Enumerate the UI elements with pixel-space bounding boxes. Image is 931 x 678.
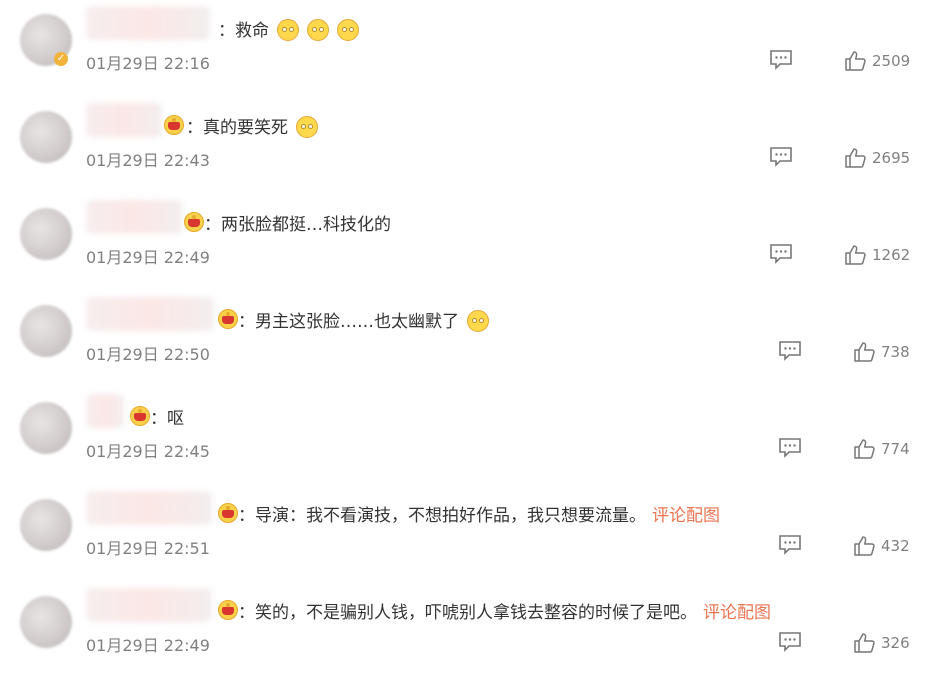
avatar[interactable] — [20, 305, 72, 357]
like-button[interactable]: 2695 — [844, 147, 910, 169]
comment-item: ：真的要笑死 01月29日 22:43 2695 — [0, 97, 931, 193]
comment-icon[interactable] — [779, 535, 801, 555]
emoji-icon — [296, 116, 318, 138]
comment-item: ：导演：我不看演技，不想拍好作品，我只想要流量。 评论配图 01月29日 22:5… — [0, 485, 931, 581]
comment-text: ：呕 — [150, 404, 184, 429]
crown-badge-icon — [164, 115, 184, 135]
username-blurred[interactable] — [86, 588, 212, 622]
like-button[interactable]: 774 — [853, 438, 910, 460]
comment-timestamp: 01月29日 22:45 — [86, 442, 210, 461]
comment-item: ：呕 01月29日 22:45 774 — [0, 388, 931, 484]
comment-icon[interactable] — [779, 341, 801, 361]
comment-text: ：导演：我不看演技，不想拍好作品，我只想要流量。 评论配图 — [238, 501, 720, 526]
emoji-icon — [467, 310, 489, 332]
emoji-icon — [277, 19, 299, 41]
emoji-icon — [307, 19, 329, 41]
like-count: 2509 — [872, 52, 911, 70]
comment-text: ：真的要笑死 — [186, 113, 318, 138]
comment-item: ✓ ：救命 01月29日 22:16 2509 — [0, 0, 931, 96]
comment-icon[interactable] — [770, 147, 792, 167]
thumbs-up-icon — [854, 439, 875, 459]
comment-timestamp: 01月29日 22:43 — [86, 151, 210, 170]
thumbs-up-icon — [854, 536, 875, 556]
like-button[interactable]: 1262 — [844, 244, 910, 266]
crown-badge-icon — [130, 406, 150, 426]
comment-icon[interactable] — [779, 438, 801, 458]
username-blurred[interactable] — [86, 103, 162, 137]
thumbs-up-icon — [845, 51, 866, 71]
like-count: 326 — [881, 634, 910, 652]
comment-timestamp: 01月29日 22:51 — [86, 539, 210, 558]
thumbs-up-icon — [845, 245, 866, 265]
username-blurred[interactable] — [86, 200, 182, 234]
like-button[interactable]: 326 — [853, 632, 910, 654]
username-blurred[interactable] — [86, 6, 210, 40]
comment-timestamp: 01月29日 22:49 — [86, 636, 210, 655]
comment-icon[interactable] — [770, 50, 792, 70]
comment-body: ：笑的，不是骗别人钱，吓唬别人拿钱去整容的时候了是吧。 — [238, 603, 697, 623]
like-count: 2695 — [872, 149, 911, 167]
thumbs-up-icon — [854, 342, 875, 362]
comment-image-link[interactable]: 评论配图 — [652, 506, 720, 526]
username-blurred[interactable] — [86, 394, 124, 428]
like-button[interactable]: 432 — [853, 535, 910, 557]
like-count: 738 — [881, 343, 910, 361]
comment-body: ：救命 — [218, 21, 269, 41]
thumbs-up-icon — [845, 148, 866, 168]
like-count: 1262 — [872, 246, 911, 264]
comment-timestamp: 01月29日 22:49 — [86, 248, 210, 267]
crown-badge-icon — [218, 503, 238, 523]
thumbs-up-icon — [854, 633, 875, 653]
crown-badge-icon — [218, 600, 238, 620]
avatar[interactable] — [20, 402, 72, 454]
like-count: 774 — [881, 440, 910, 458]
comment-image-link[interactable]: 评论配图 — [703, 603, 771, 623]
username-blurred[interactable] — [86, 491, 212, 525]
comment-timestamp: 01月29日 22:50 — [86, 345, 210, 364]
like-button[interactable]: 2509 — [844, 50, 910, 72]
crown-badge-icon — [184, 212, 204, 232]
avatar[interactable] — [20, 208, 72, 260]
comment-icon[interactable] — [779, 632, 801, 652]
comment-body: ：导演：我不看演技，不想拍好作品，我只想要流量。 — [238, 506, 646, 526]
verified-badge-icon: ✓ — [54, 52, 68, 66]
avatar[interactable] — [20, 596, 72, 648]
emoji-icon — [337, 19, 359, 41]
comment-item: ：笑的，不是骗别人钱，吓唬别人拿钱去整容的时候了是吧。 评论配图 01月29日 2… — [0, 582, 931, 678]
comment-text: ：笑的，不是骗别人钱，吓唬别人拿钱去整容的时候了是吧。 评论配图 — [238, 598, 771, 623]
avatar[interactable] — [20, 111, 72, 163]
comment-body: ：男主这张脸……也太幽默了 — [238, 312, 459, 332]
comment-text: ：救命 — [218, 16, 359, 41]
like-count: 432 — [881, 537, 910, 555]
avatar[interactable] — [20, 499, 72, 551]
comment-body: ：呕 — [150, 409, 184, 429]
like-button[interactable]: 738 — [853, 341, 910, 363]
comment-body: ：真的要笑死 — [186, 118, 288, 138]
comment-body: ：两张脸都挺…科技化的 — [204, 215, 391, 235]
comment-text: ：男主这张脸……也太幽默了 — [238, 307, 489, 332]
username-blurred[interactable] — [86, 297, 214, 331]
comment-item: ：两张脸都挺…科技化的 01月29日 22:49 1262 — [0, 194, 931, 290]
comment-icon[interactable] — [770, 244, 792, 264]
crown-badge-icon — [218, 309, 238, 329]
comment-text: ：两张脸都挺…科技化的 — [204, 210, 391, 235]
comment-timestamp: 01月29日 22:16 — [86, 54, 210, 73]
comment-item: ：男主这张脸……也太幽默了 01月29日 22:50 738 — [0, 291, 931, 387]
